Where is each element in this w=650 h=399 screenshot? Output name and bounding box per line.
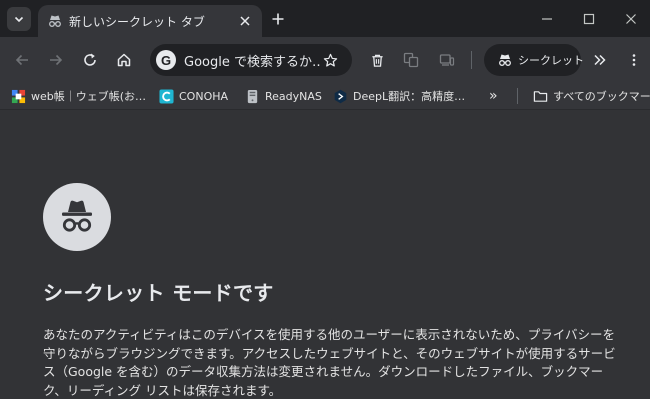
profile-chip-label: シークレット [518, 54, 584, 67]
incognito-logo [43, 183, 111, 251]
incognito-profile-chip[interactable]: シークレット [484, 44, 584, 76]
maximize-icon [583, 13, 595, 25]
toolbar-divider [471, 51, 472, 69]
title-bar: 新しいシークレット タブ [0, 0, 650, 37]
incognito-icon [49, 15, 61, 27]
trash-icon [371, 54, 383, 67]
bookmark-item[interactable]: CONOHA [159, 87, 228, 105]
google-icon: G [156, 50, 176, 70]
nas-device-icon [247, 89, 258, 103]
star-icon [323, 53, 337, 67]
incognito-icon [499, 54, 511, 66]
devices-icon [439, 54, 455, 66]
chevron-down-icon [14, 16, 24, 23]
bookmark-label: web帳｜ウェブ帳(お… [31, 90, 147, 103]
conoha-icon [159, 88, 174, 104]
all-bookmarks-button[interactable]: すべてのブックマーク [533, 87, 650, 105]
plus-icon [272, 13, 284, 25]
back-button[interactable] [11, 49, 33, 71]
bookmark-label: ReadyNAS [265, 89, 322, 103]
active-tab[interactable]: 新しいシークレット タブ [38, 5, 262, 37]
tab-search-button[interactable] [7, 7, 31, 31]
tab-title: 新しいシークレット タブ [69, 15, 205, 29]
more-vertical-icon [632, 54, 636, 66]
address-bar-text[interactable]: Google で検索するか… [184, 51, 322, 70]
incognito-ntp: シークレット モードです あなたのアクティビティはこのデバイスを使用する他のユー… [0, 111, 650, 399]
bookmarks-divider [517, 88, 518, 104]
bookmark-label: CONOHA [179, 89, 229, 103]
reload-button[interactable] [79, 49, 101, 71]
toolbar: G Google で検索するか… シークレット [0, 37, 650, 82]
address-bar[interactable]: G Google で検索するか… [150, 44, 352, 76]
translate-button[interactable] [400, 49, 422, 71]
folder-icon [533, 90, 548, 102]
new-tab-button[interactable] [268, 9, 288, 29]
deepl-icon [334, 89, 347, 103]
cast-button[interactable] [436, 49, 458, 71]
bookmarks-bar: web帳｜ウェブ帳(お… CONOHA ReadyNAS DeepL翻訳：高精度… [0, 82, 650, 110]
all-bookmarks-label: すべてのブックマーク [553, 90, 650, 103]
close-icon [240, 16, 250, 26]
forward-button[interactable] [45, 49, 67, 71]
minimize-button[interactable] [536, 8, 558, 30]
menu-button[interactable] [623, 49, 645, 71]
colorful-blocks-icon [11, 89, 26, 103]
minimize-icon [542, 18, 552, 20]
bookmark-item[interactable]: DeepL翻訳：高精度… [333, 87, 465, 105]
bookmarks-overflow-button[interactable]: » [489, 87, 498, 105]
bookmark-item[interactable]: ReadyNAS [245, 87, 322, 105]
double-chevron-right-icon [594, 54, 606, 66]
home-icon [117, 53, 131, 67]
home-button[interactable] [113, 49, 135, 71]
close-icon [626, 14, 636, 24]
extensions-overflow-button[interactable] [589, 49, 611, 71]
translate-icon [403, 52, 419, 68]
reload-icon [84, 53, 96, 66]
tab-close-button[interactable] [236, 12, 254, 30]
double-chevron-right-icon: » [489, 88, 498, 104]
bookmark-item[interactable]: web帳｜ウェブ帳(お… [11, 87, 146, 105]
page-title: シークレット モードです [43, 281, 274, 305]
bookmark-star-button[interactable] [320, 50, 340, 70]
bookmark-label: DeepL翻訳：高精度… [353, 90, 466, 103]
window-close-button[interactable] [620, 8, 642, 30]
arrow-right-icon [50, 54, 63, 66]
extension-trash-button[interactable] [366, 49, 388, 71]
arrow-left-icon [15, 54, 28, 66]
incognito-description: あなたのアクティビティはこのデバイスを使用する他のユーザーに表示されないため、プ… [43, 327, 616, 398]
incognito-icon [62, 200, 92, 232]
maximize-button[interactable] [578, 8, 600, 30]
